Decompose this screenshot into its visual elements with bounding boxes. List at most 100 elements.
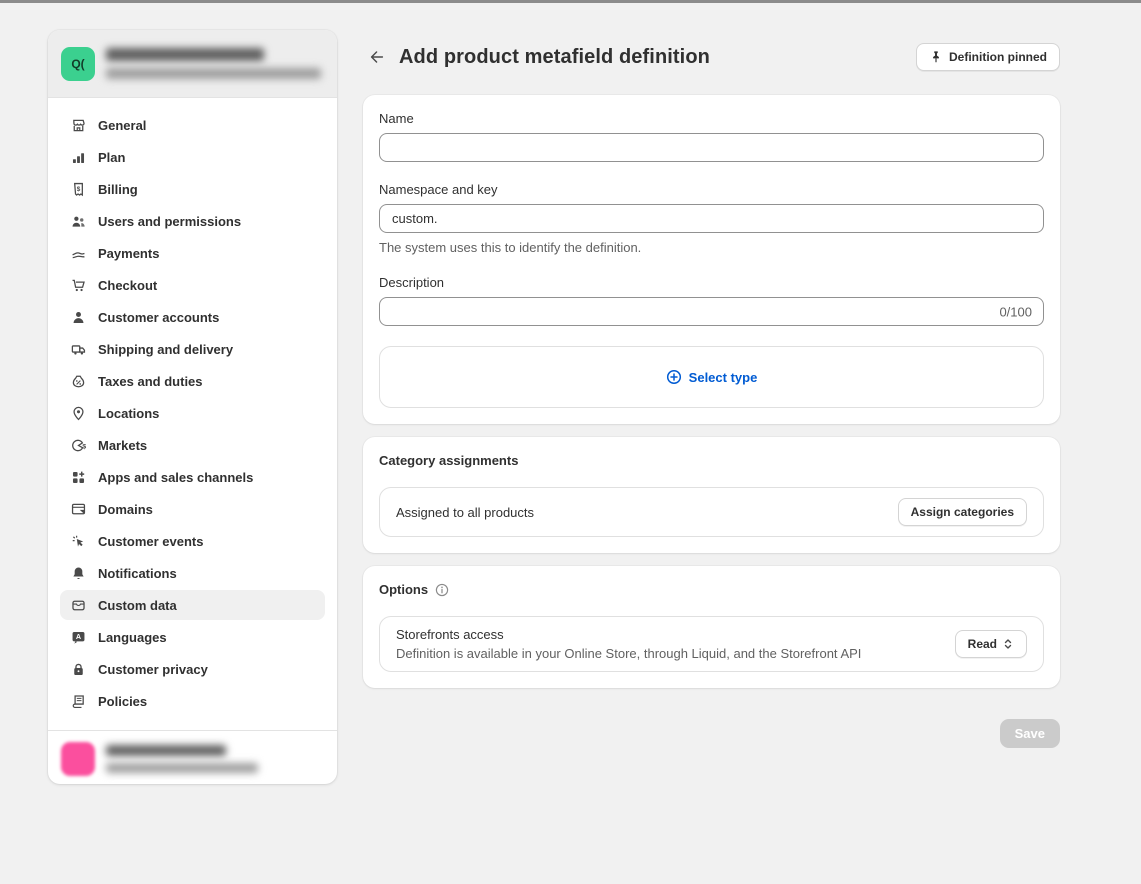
sidebar-item-domains[interactable]: Domains [60,494,325,524]
sidebar-item-payments[interactable]: Payments [60,238,325,268]
sidebar-item-label: Languages [98,630,167,645]
user-name-redacted [106,745,226,756]
checkout-icon [70,277,87,294]
select-type-button[interactable]: Select type [379,346,1044,408]
sidebar-item-label: Shipping and delivery [98,342,233,357]
sidebar-item-label: Plan [98,150,125,165]
select-type-label: Select type [689,370,758,385]
plus-circle-icon [666,369,682,385]
sidebar-item-customer-accounts[interactable]: Customer accounts [60,302,325,332]
namespace-key-input[interactable] [379,204,1044,233]
sidebar-item-custom-data[interactable]: Custom data [60,590,325,620]
sidebar-item-label: Apps and sales channels [98,470,253,485]
store-url-redacted [106,68,321,79]
sidebar-item-label: General [98,118,146,133]
sidebar-item-label: Payments [98,246,159,261]
back-arrow-icon [368,48,386,66]
svg-text:A: A [76,632,82,641]
user-footer[interactable] [48,730,337,784]
sidebar-item-users-and-permissions[interactable]: Users and permissions [60,206,325,236]
user-email-redacted [106,763,258,773]
sidebar-item-label: Notifications [98,566,177,581]
sidebar-item-billing[interactable]: $ Billing [60,174,325,204]
name-input[interactable] [379,133,1044,162]
person-icon [70,309,87,326]
billing-icon: $ [70,181,87,198]
options-heading-label: Options [379,582,428,597]
options-heading: Options [379,582,1044,597]
page-actions: Save [363,719,1060,748]
storefronts-access-value: Read [968,637,997,651]
cursor-icon [70,533,87,550]
sidebar-item-policies[interactable]: Policies [60,686,325,716]
map-pin-icon [70,405,87,422]
info-icon[interactable] [435,583,449,597]
settings-sidebar: Q( General Plan $ Billing Users and perm… [48,30,337,784]
user-avatar [61,742,95,776]
tax-bag-icon [70,373,87,390]
storefronts-access-title: Storefronts access [396,627,861,642]
sidebar-item-label: Users and permissions [98,214,241,229]
description-label: Description [379,275,1044,290]
svg-text:$: $ [77,185,81,192]
storefronts-access-select[interactable]: Read [955,630,1027,658]
category-assignments-heading: Category assignments [379,453,1044,468]
description-field-group: Description 0/100 [379,275,1044,326]
settings-nav: General Plan $ Billing Users and permiss… [48,98,337,730]
back-button[interactable] [363,43,391,71]
sidebar-item-label: Domains [98,502,153,517]
page-title: Add product metafield definition [399,46,710,69]
sidebar-item-customer-events[interactable]: Customer events [60,526,325,556]
storefronts-access-text: Storefronts access Definition is availab… [396,627,861,661]
definition-form-card: Name Namespace and key The system uses t… [363,95,1060,424]
assign-categories-label: Assign categories [911,505,1014,519]
policy-icon [70,693,87,710]
assign-categories-button[interactable]: Assign categories [898,498,1027,526]
namespace-help-text: The system uses this to identify the def… [379,240,1044,255]
storefronts-access-description: Definition is available in your Online S… [396,646,861,661]
pin-icon [929,50,943,64]
category-assignments-card: Category assignments Assigned to all pro… [363,437,1060,553]
sidebar-item-label: Taxes and duties [98,374,203,389]
drawer-icon [70,597,87,614]
store-avatar: Q( [61,47,95,81]
sidebar-item-label: Policies [98,694,147,709]
bell-icon [70,565,87,582]
plan-icon [70,149,87,166]
window-top-strip [0,0,1141,3]
category-assignment-row: Assigned to all products Assign categori… [379,487,1044,537]
translate-icon: A [70,629,87,646]
store-header: Q( [48,30,337,98]
sidebar-item-apps-and-sales-channels[interactable]: Apps and sales channels [60,462,325,492]
users-icon [70,213,87,230]
page-header: Add product metafield definition Definit… [363,43,1060,71]
sidebar-item-label: Custom data [98,598,177,613]
definition-pinned-button[interactable]: Definition pinned [916,43,1060,71]
user-identity-redacted [106,745,258,773]
main-content: Add product metafield definition Definit… [363,43,1060,748]
options-card: Options Storefronts access Definition is… [363,566,1060,688]
namespace-label: Namespace and key [379,182,1044,197]
sidebar-item-notifications[interactable]: Notifications [60,558,325,588]
name-label: Name [379,111,1044,126]
sidebar-item-label: Checkout [98,278,157,293]
sidebar-item-customer-privacy[interactable]: Customer privacy [60,654,325,684]
store-icon [70,117,87,134]
description-input[interactable] [379,297,1044,326]
lock-icon [70,661,87,678]
sidebar-item-label: Markets [98,438,147,453]
sidebar-item-markets[interactable]: $ Markets [60,430,325,460]
sidebar-item-languages[interactable]: A Languages [60,622,325,652]
sidebar-item-label: Customer privacy [98,662,208,677]
sidebar-item-checkout[interactable]: Checkout [60,270,325,300]
sidebar-item-plan[interactable]: Plan [60,142,325,172]
sidebar-item-taxes-and-duties[interactable]: Taxes and duties [60,366,325,396]
sidebar-item-label: Customer accounts [98,310,219,325]
sidebar-item-locations[interactable]: Locations [60,398,325,428]
sidebar-item-shipping-and-delivery[interactable]: Shipping and delivery [60,334,325,364]
sidebar-item-label: Customer events [98,534,203,549]
svg-text:$: $ [82,443,86,450]
save-button[interactable]: Save [1000,719,1060,748]
pinned-button-label: Definition pinned [949,50,1047,64]
sidebar-item-general[interactable]: General [60,110,325,140]
